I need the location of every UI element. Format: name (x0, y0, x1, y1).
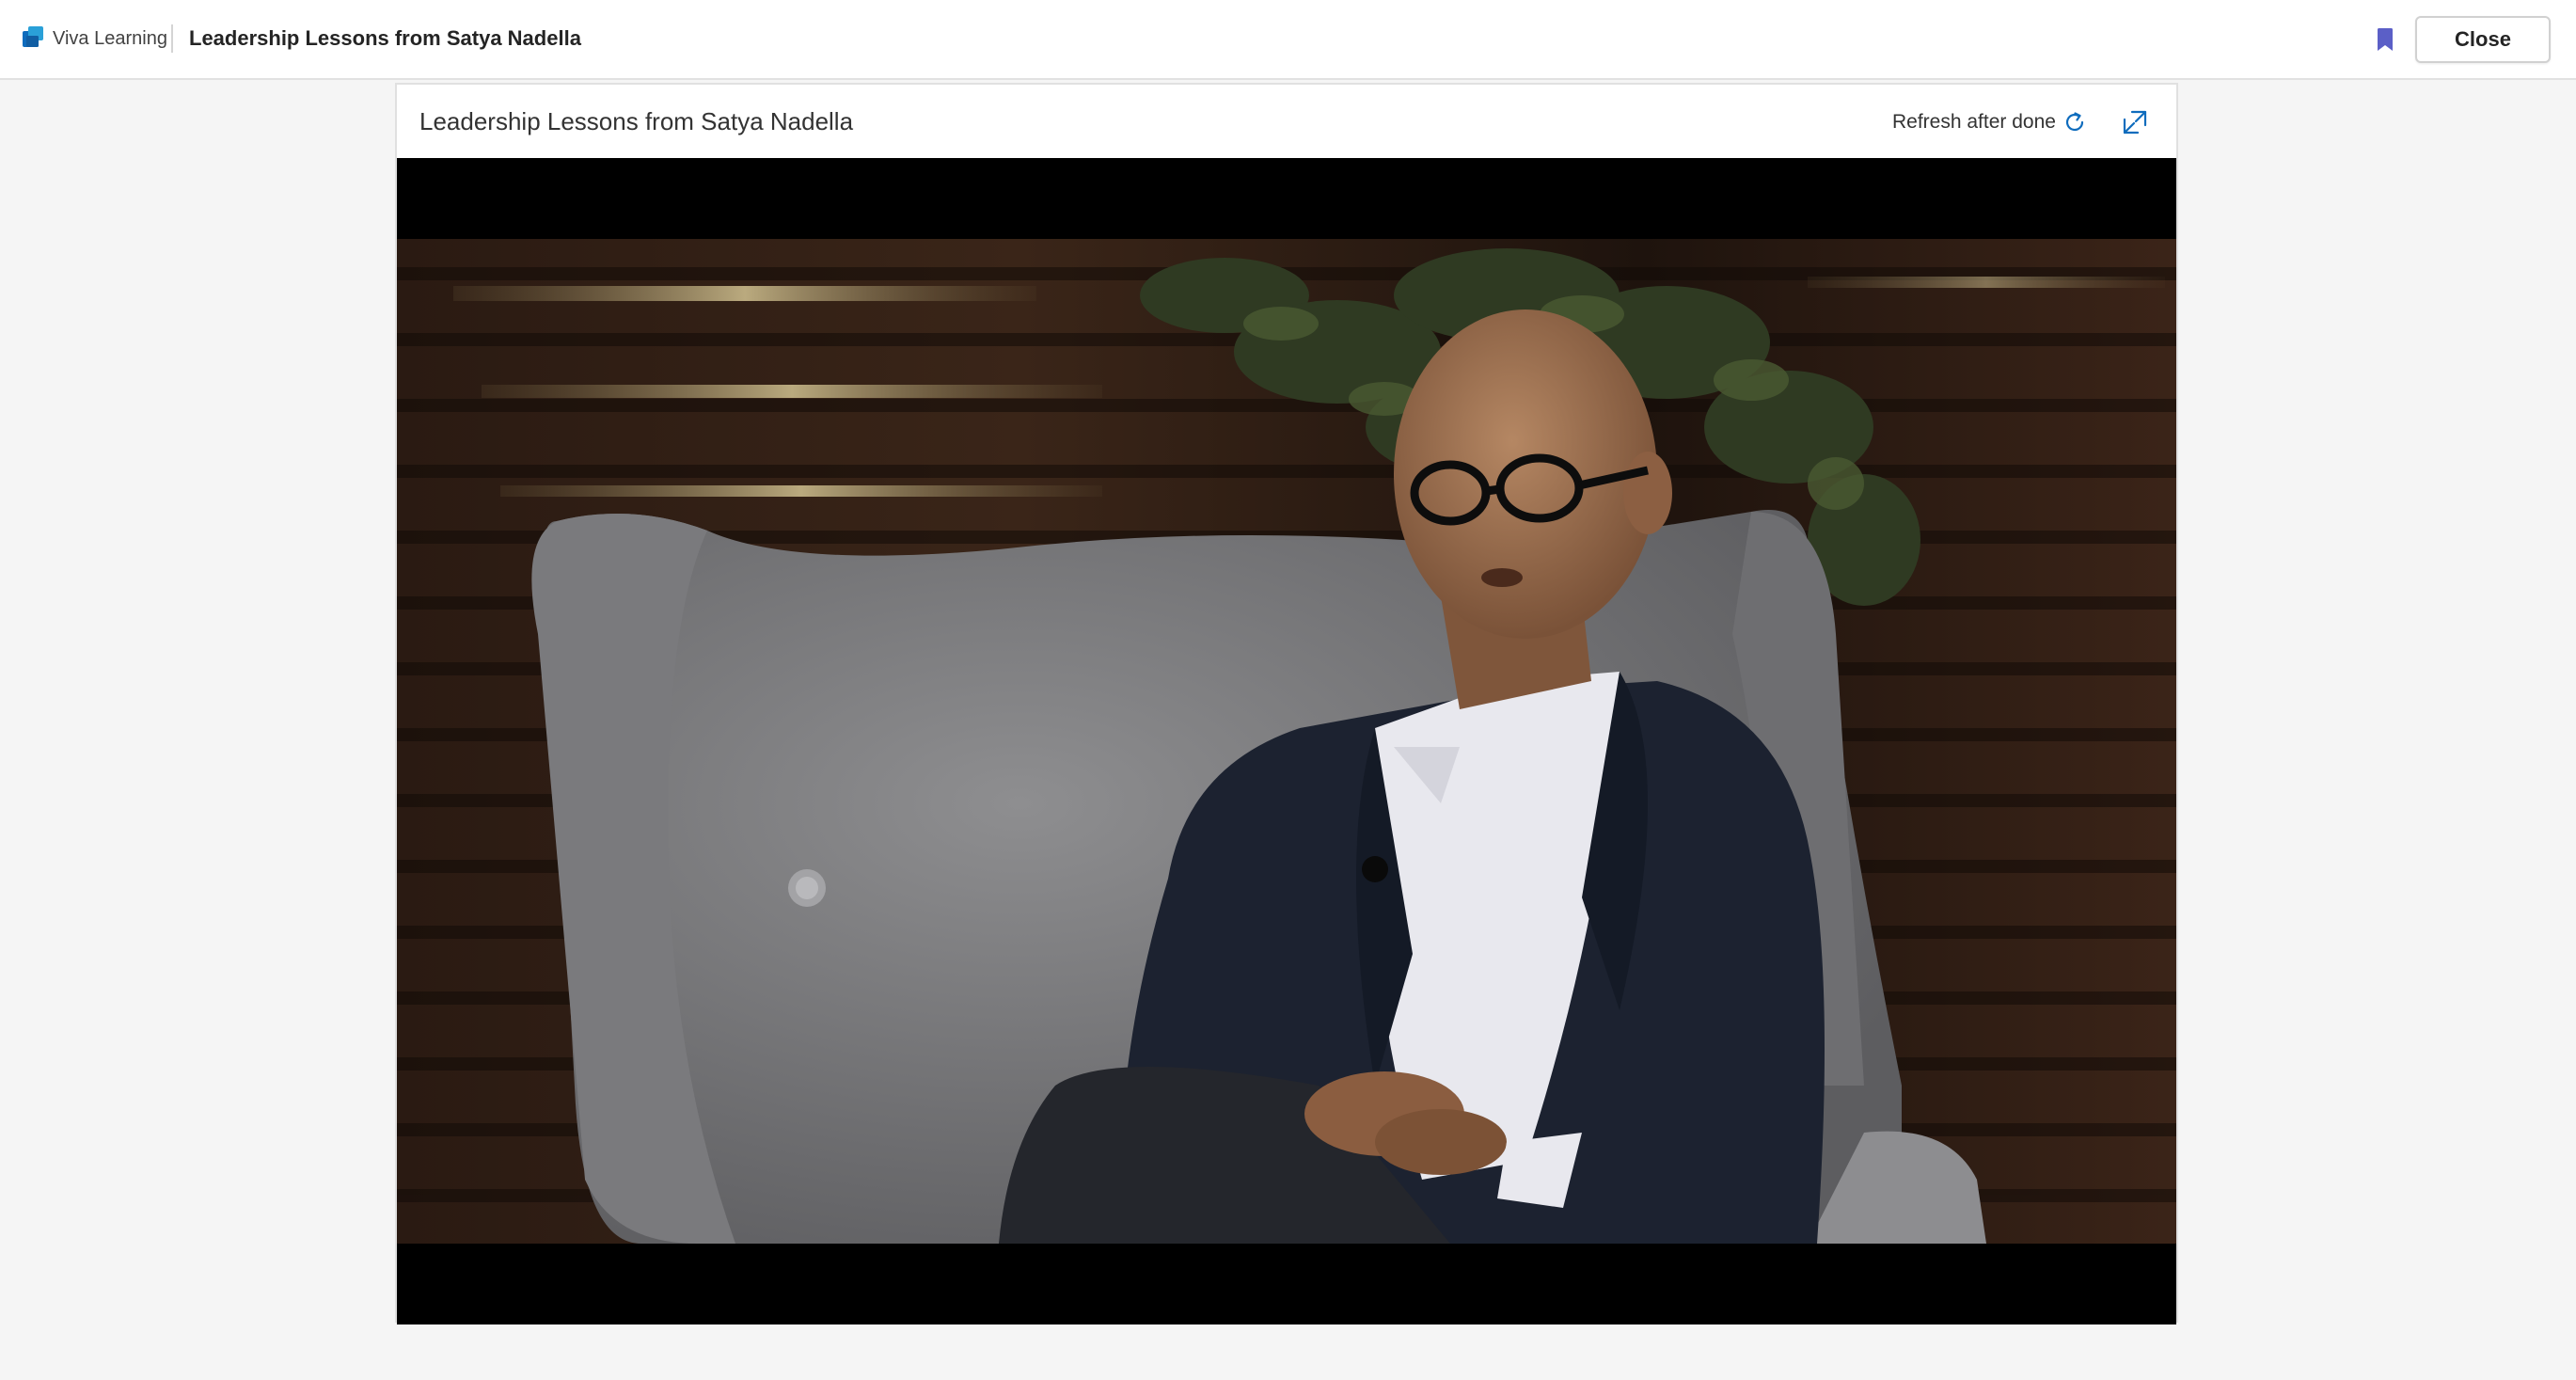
refresh-icon[interactable] (2062, 109, 2088, 135)
refresh-after-done-label[interactable]: Refresh after done (1892, 109, 2056, 135)
expand-icon[interactable] (2121, 108, 2149, 136)
page-title: Leadership Lessons from Satya Nadella (189, 26, 581, 50)
content-title: Leadership Lessons from Satya Nadella (419, 107, 854, 135)
header-divider (171, 24, 173, 53)
content-panel: Leadership Lessons from Satya Nadella Re… (395, 83, 2178, 1324)
video-player[interactable] (397, 158, 2176, 1324)
app-header: Viva Learning Leadership Lessons from Sa… (0, 0, 2576, 80)
close-button[interactable]: Close (2415, 16, 2551, 63)
bookmark-icon (2378, 28, 2393, 51)
content-header: Leadership Lessons from Satya Nadella Re… (397, 85, 2176, 158)
app-name: Viva Learning (53, 28, 167, 49)
bookmark-button[interactable] (2370, 23, 2400, 56)
video-frame (397, 239, 2176, 1244)
viva-learning-logo-icon (23, 26, 43, 47)
